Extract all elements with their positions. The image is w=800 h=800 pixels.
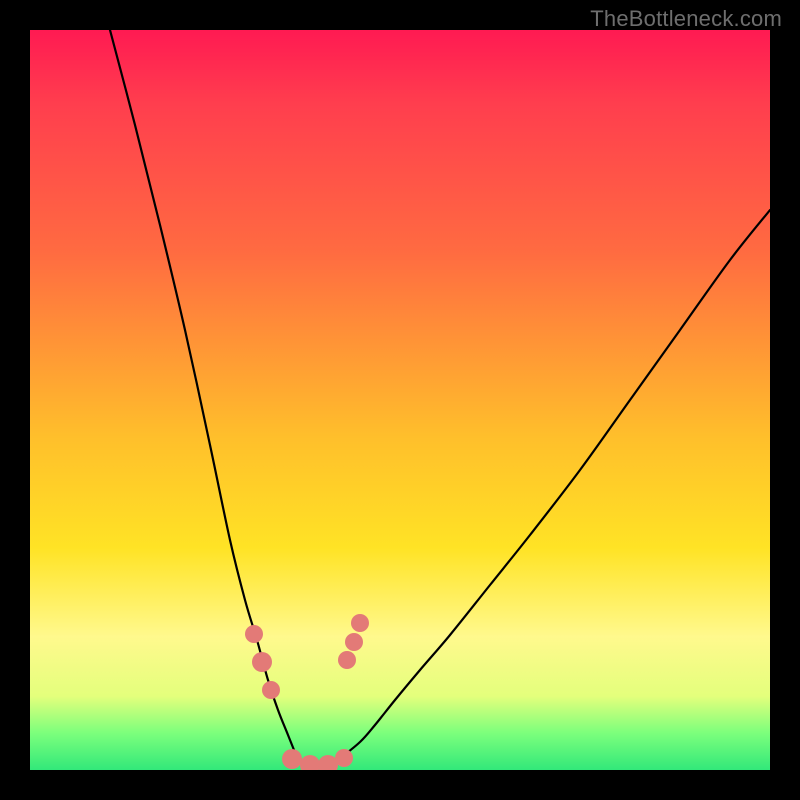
chart-frame: TheBottleneck.com bbox=[0, 0, 800, 800]
series-group bbox=[110, 30, 770, 768]
marker-dot bbox=[262, 681, 280, 699]
marker-dot bbox=[351, 614, 369, 632]
marker-dot bbox=[252, 652, 272, 672]
marker-dot bbox=[300, 755, 320, 770]
plot-area bbox=[30, 30, 770, 770]
marker-dot bbox=[345, 633, 363, 651]
series-right-curve bbox=[338, 210, 770, 760]
marker-dot bbox=[245, 625, 263, 643]
marker-dot bbox=[318, 755, 338, 770]
watermark-text: TheBottleneck.com bbox=[590, 6, 782, 32]
marker-dot bbox=[335, 749, 353, 767]
series-left-curve bbox=[110, 30, 298, 760]
marker-dot bbox=[282, 749, 302, 769]
curve-layer bbox=[30, 30, 770, 770]
marker-dot bbox=[338, 651, 356, 669]
markers-group bbox=[245, 614, 369, 770]
